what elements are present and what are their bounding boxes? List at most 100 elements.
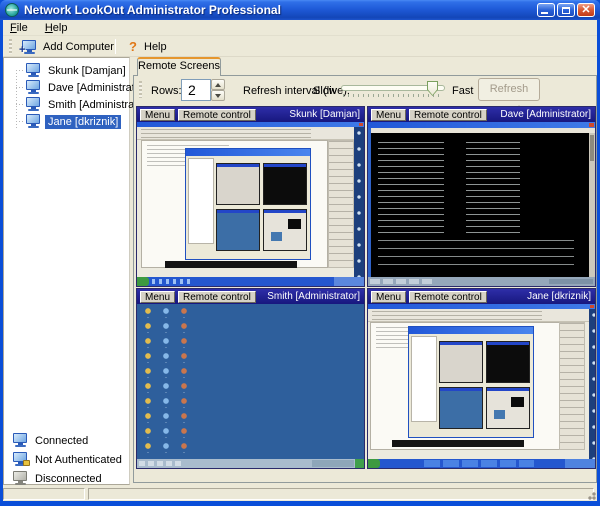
tab-remote-screens[interactable]: Remote Screens — [137, 57, 221, 76]
rows-stepper — [211, 79, 225, 101]
legend-label: Connected — [35, 435, 88, 447]
panel-title: Smith [Administrator] — [267, 291, 360, 302]
computer-icon — [25, 97, 42, 111]
resize-grip[interactable] — [585, 489, 596, 500]
menu-button[interactable]: Menu — [371, 291, 406, 303]
slow-label: Slow — [313, 85, 337, 97]
remote-control-button[interactable]: Remote control — [409, 109, 487, 121]
mini-close-icon — [359, 123, 363, 126]
mini-toolbar — [137, 127, 364, 140]
menu-bar: File Help — [3, 20, 597, 36]
help-label: Help — [144, 41, 167, 53]
mini-taskbar — [368, 277, 595, 286]
mini-thumb — [216, 209, 260, 251]
rows-increment-button[interactable] — [211, 79, 225, 90]
remote-screen-thumbnail-jane[interactable] — [368, 304, 595, 468]
close-button[interactable]: ✕ — [577, 3, 595, 17]
legend-connected: Connected — [4, 432, 129, 450]
remote-screen-panel-dave: Menu Remote control Dave [Administrator] — [367, 106, 596, 287]
remote-control-button[interactable]: Remote control — [178, 109, 256, 121]
remote-screen-panel-skunk: Menu Remote control Skunk [Damjan] — [136, 106, 365, 287]
panel-header: Menu Remote control Skunk [Damjan] — [137, 107, 364, 122]
refresh-now-button[interactable]: Refresh now! — [478, 78, 540, 101]
computer-icon — [25, 114, 42, 128]
mini-scrollbar — [589, 133, 595, 277]
window-title: Network LookOut Administrator Profession… — [24, 3, 281, 17]
legend-disconnected: Disconnected — [4, 470, 129, 488]
remote-screen-panel-smith: Menu Remote control Smith [Administrator… — [136, 288, 365, 469]
mini-window-tree — [188, 158, 214, 244]
add-computer-button[interactable]: + Add Computer — [15, 37, 120, 56]
remote-control-button[interactable]: Remote control — [178, 291, 256, 303]
menu-button[interactable]: Menu — [140, 109, 175, 121]
remote-control-button[interactable]: Remote control — [409, 291, 487, 303]
computer-label: Skunk [Damjan] — [45, 64, 129, 78]
remote-screen-panel-jane: Menu Remote control Jane [dkriznik] — [367, 288, 596, 469]
computer-label-selected: Jane [dkriznik] — [45, 115, 121, 129]
title-bar[interactable]: Network LookOut Administrator Profession… — [0, 0, 600, 20]
mini-console-text — [466, 142, 520, 234]
mini-app-window — [408, 326, 534, 438]
status-bar — [3, 487, 597, 501]
panel-header: Menu Remote control Dave [Administrator] — [368, 107, 595, 122]
help-button[interactable]: ? Help — [121, 37, 173, 56]
menu-button[interactable]: Menu — [371, 109, 406, 121]
maximize-button[interactable] — [557, 3, 575, 17]
status-cell-right — [88, 488, 594, 500]
mini-taskbar — [368, 459, 595, 468]
remote-screen-thumbnail-skunk[interactable] — [137, 122, 364, 286]
computer-icon — [25, 80, 42, 94]
sidebar-item-dave[interactable]: Dave [Administrator] — [4, 79, 129, 96]
slider-ticks — [343, 94, 443, 97]
computer-icon — [25, 63, 42, 77]
computer-icon — [12, 433, 29, 447]
maximize-icon — [562, 7, 570, 14]
mini-thumb — [486, 341, 530, 383]
computer-tree-panel: Skunk [Damjan] Dave [Administrator] Smit… — [3, 57, 130, 485]
app-globe-icon — [5, 3, 19, 17]
mini-menubar — [371, 128, 595, 133]
remote-screen-thumbnail-dave[interactable] — [368, 122, 595, 286]
menu-file[interactable]: File — [3, 21, 35, 36]
application-window: Network LookOut Administrator Profession… — [0, 0, 600, 506]
fast-label: Fast — [452, 85, 473, 97]
arrow-up-icon — [215, 83, 221, 87]
mini-taskbar — [137, 277, 364, 286]
mini-thumb — [216, 163, 260, 205]
refresh-interval-slider[interactable] — [341, 79, 445, 101]
mini-start-button — [368, 459, 380, 468]
status-cell-left — [3, 488, 85, 500]
sidebar-item-smith[interactable]: Smith [Administrator] — [4, 96, 129, 113]
mini-console-text — [378, 142, 444, 234]
rows-input[interactable] — [181, 79, 211, 101]
rows-label: Rows: — [151, 85, 182, 97]
close-icon: ✕ — [578, 4, 594, 16]
controls-grip — [139, 81, 142, 98]
mini-window-titlebar — [186, 149, 310, 156]
menu-button[interactable]: Menu — [140, 291, 175, 303]
mini-tray — [334, 277, 364, 286]
sidebar-item-jane[interactable]: Jane [dkriznik] — [4, 113, 129, 130]
mini-power-icon — [355, 459, 364, 468]
computer-lock-icon — [12, 452, 29, 466]
mini-close-icon — [590, 305, 594, 308]
mini-close-icon — [589, 123, 594, 127]
mini-thumb — [263, 163, 307, 205]
menu-help[interactable]: Help — [38, 21, 75, 36]
mini-thumb — [439, 387, 483, 429]
mini-side-column — [559, 322, 585, 450]
sidebar-item-skunk[interactable]: Skunk [Damjan] — [4, 62, 129, 79]
remote-screen-thumbnail-smith[interactable] — [137, 304, 364, 468]
legend-label: Disconnected — [35, 473, 102, 485]
mini-tray — [549, 279, 593, 284]
mini-black-bar — [392, 440, 524, 447]
minimize-button[interactable] — [537, 3, 555, 17]
mini-window-tree — [411, 336, 437, 422]
rows-decrement-button[interactable] — [211, 90, 225, 101]
mini-desktop-icons — [141, 307, 195, 453]
arrow-down-icon — [215, 94, 221, 98]
mini-desktop-strip — [354, 127, 364, 278]
mini-toolbar — [368, 309, 595, 322]
panel-title: Dave [Administrator] — [500, 109, 591, 120]
mini-console-text — [378, 240, 574, 270]
